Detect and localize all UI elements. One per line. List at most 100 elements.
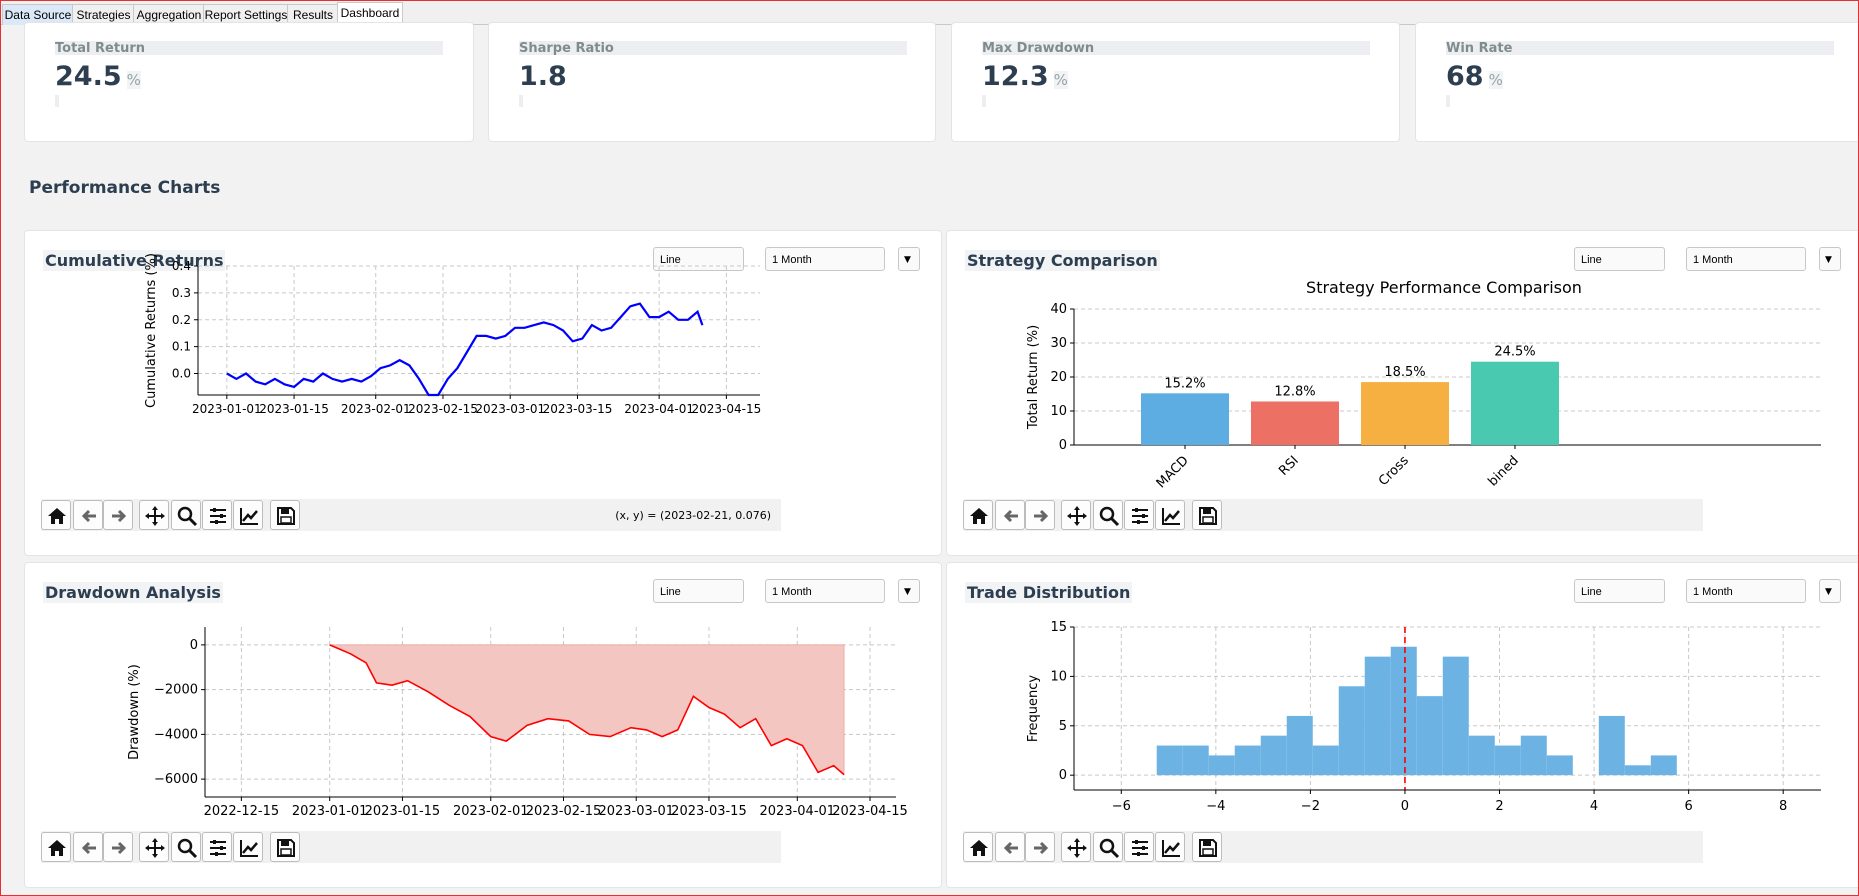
forward-arrow-icon: [112, 509, 127, 523]
back-arrow-icon: [1003, 841, 1018, 855]
back-arrow-button[interactable]: [73, 832, 103, 862]
save-button[interactable]: [1192, 832, 1222, 862]
metric-indicator: [1446, 95, 1450, 107]
save-button[interactable]: [270, 500, 300, 530]
y-tick-label: 0.1: [172, 340, 191, 354]
metric-card-max-drawdown: Max Drawdown 12.3%: [951, 22, 1400, 142]
zoom-icon: [177, 506, 198, 527]
panel-trade-distribution: Trade Distribution Line 1 Month ▼ 0 5 10 15…: [946, 562, 1859, 888]
y-tick-label: 0.2: [172, 313, 191, 327]
histogram-bar: [1494, 745, 1521, 776]
x-tick-label: bined: [1486, 453, 1522, 489]
x-tick-label: −4: [1206, 799, 1225, 814]
pan-button[interactable]: [1061, 832, 1091, 862]
back-arrow-icon: [81, 509, 96, 523]
y-tick-label: 40: [1050, 302, 1067, 317]
chart-toolbar: [41, 831, 781, 863]
save-icon: [277, 507, 295, 525]
back-arrow-icon: [1003, 509, 1018, 523]
metric-card-total-return: Total Return 24.5%: [24, 22, 474, 142]
drawdown-area: [329, 644, 845, 776]
x-tick-label: Cross: [1376, 453, 1412, 489]
save-icon: [1199, 507, 1217, 525]
edit-axes-button[interactable]: [233, 832, 263, 862]
x-tick-label: 2023-02-15: [408, 402, 478, 416]
home-icon: [48, 508, 66, 524]
y-axis-label: Frequency: [1026, 675, 1041, 742]
histogram-bar: [1598, 715, 1625, 776]
home-button[interactable]: [963, 832, 993, 862]
back-arrow-button[interactable]: [995, 500, 1025, 530]
x-tick-label: 2023-02-15: [526, 804, 602, 819]
x-tick-label: 2023-01-15: [259, 402, 329, 416]
histogram-bar: [1546, 755, 1573, 776]
back-arrow-button[interactable]: [73, 500, 103, 530]
x-tick-label: 2023-03-15: [671, 804, 747, 819]
x-tick-label: RSI: [1276, 453, 1302, 479]
edit-axes-icon: [1162, 840, 1180, 857]
configure-subplots-button[interactable]: [1124, 832, 1154, 862]
histogram-bar: [1390, 646, 1417, 776]
y-tick-label: 10: [1050, 669, 1067, 684]
chart-toolbar: [963, 499, 1703, 531]
bar-data-label: 12.8%: [1274, 384, 1315, 399]
histogram-bar: [1234, 745, 1261, 776]
chart-toolbar: [963, 831, 1703, 863]
histogram-bar: [1650, 755, 1677, 776]
forward-arrow-button[interactable]: [1025, 832, 1055, 862]
pan-button[interactable]: [1061, 500, 1091, 530]
save-button[interactable]: [270, 832, 300, 862]
y-tick-label: −2000: [154, 683, 198, 698]
y-tick-label: 0: [1059, 438, 1067, 453]
edit-axes-icon: [1162, 508, 1180, 525]
pan-icon: [1067, 838, 1087, 858]
edit-axes-button[interactable]: [1155, 500, 1185, 530]
metric-label: Max Drawdown: [982, 41, 1370, 56]
x-tick-label: 2023-03-01: [475, 402, 545, 416]
back-arrow-button[interactable]: [995, 832, 1025, 862]
histogram-bar: [1338, 686, 1365, 776]
x-tick-label: 2023-04-01: [760, 804, 836, 819]
zoom-button[interactable]: [1093, 500, 1123, 530]
edit-axes-button[interactable]: [233, 500, 263, 530]
bar: [1251, 401, 1339, 445]
forward-arrow-button[interactable]: [103, 832, 133, 862]
save-icon: [277, 839, 295, 857]
zoom-button[interactable]: [171, 500, 201, 530]
histogram-bar: [1208, 755, 1235, 776]
pan-button[interactable]: [139, 832, 169, 862]
edit-axes-icon: [240, 840, 258, 857]
zoom-button[interactable]: [171, 832, 201, 862]
x-tick-label: 2023-02-01: [453, 804, 529, 819]
x-tick-label: 2023-01-01: [292, 804, 368, 819]
pan-button[interactable]: [139, 500, 169, 530]
forward-arrow-button[interactable]: [1025, 500, 1055, 530]
forward-arrow-button[interactable]: [103, 500, 133, 530]
y-tick-label: 15: [1050, 620, 1067, 635]
configure-subplots-icon: [1132, 840, 1148, 856]
bar: [1141, 393, 1229, 445]
home-button[interactable]: [963, 500, 993, 530]
save-button[interactable]: [1192, 500, 1222, 530]
home-button[interactable]: [41, 500, 71, 530]
home-button[interactable]: [41, 832, 71, 862]
y-tick-label: 0: [1059, 768, 1067, 783]
configure-subplots-button[interactable]: [202, 832, 232, 862]
x-tick-label: 8: [1779, 799, 1787, 814]
x-tick-label: 2023-03-15: [543, 402, 613, 416]
pan-icon: [145, 838, 165, 858]
metric-label: Total Return: [55, 41, 443, 56]
panel-strategy-comparison: Strategy Comparison Line 1 Month ▼ Strat…: [946, 230, 1859, 556]
edit-axes-button[interactable]: [1155, 832, 1185, 862]
x-tick-label: 2: [1495, 799, 1503, 814]
zoom-button[interactable]: [1093, 832, 1123, 862]
configure-subplots-button[interactable]: [1124, 500, 1154, 530]
histogram-bar: [1260, 735, 1287, 776]
x-tick-label: −2: [1301, 799, 1320, 814]
bar: [1471, 361, 1559, 445]
chart-toolbar: (x, y) = (2023-02-21, 0.076): [41, 499, 781, 531]
metric-value: 68%: [1446, 61, 1503, 92]
configure-subplots-button[interactable]: [202, 500, 232, 530]
x-tick-label: 2023-03-01: [598, 804, 674, 819]
x-tick-label: 2023-01-15: [365, 804, 441, 819]
